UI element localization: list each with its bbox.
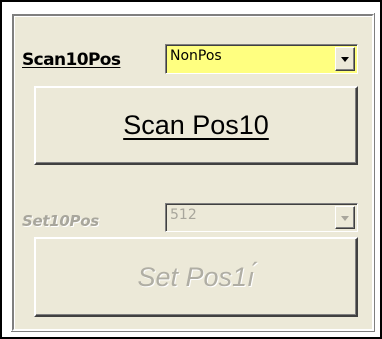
chevron-down-icon bbox=[341, 57, 349, 62]
scan-pos10-button[interactable]: Scan Pos10 bbox=[34, 86, 358, 165]
set-pos10-button: Set Pos1ı́ bbox=[34, 237, 358, 317]
set10pos-label: Set10Pos bbox=[22, 212, 99, 230]
scan10pos-label: Scan10Pos bbox=[22, 50, 121, 70]
scan10pos-dropdown-button[interactable] bbox=[335, 47, 355, 71]
scan10pos-selected-value: NonPos bbox=[170, 48, 222, 64]
set10pos-selected-value: 512 bbox=[170, 207, 197, 223]
set10pos-dropdown-button bbox=[335, 206, 355, 229]
chevron-down-icon bbox=[341, 216, 349, 221]
set-pos10-button-label: Set Pos1ı́ bbox=[137, 261, 255, 292]
scan10pos-combobox[interactable]: NonPos bbox=[165, 44, 358, 74]
set10pos-combobox: 512 bbox=[165, 203, 358, 232]
scan-pos10-button-label: Scan Pos10 bbox=[123, 110, 269, 140]
